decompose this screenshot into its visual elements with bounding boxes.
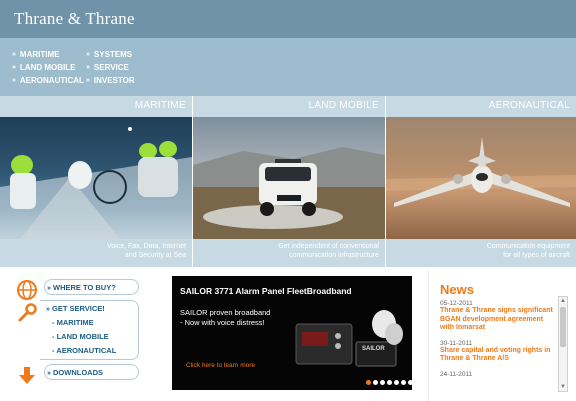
carousel-dot[interactable]: [373, 380, 378, 385]
news-date: 05-12-2011: [440, 300, 473, 307]
sailing-crew-illustration: [0, 127, 192, 239]
carousel-dot[interactable]: [387, 380, 392, 385]
column-divider: [428, 270, 429, 401]
wrench-icon: [18, 303, 37, 322]
caption-line: Get independent of conventional: [278, 243, 379, 250]
caption-line: Communication equipment: [486, 243, 570, 250]
caption-line: and Security at Sea: [124, 252, 186, 259]
caption-line: for all types of aircraft: [503, 252, 570, 259]
panel-title-aeronautical[interactable]: AERONAUTICAL: [386, 96, 576, 117]
panel-title-maritime[interactable]: MARITIME: [0, 96, 192, 117]
nav-item-aeronautical[interactable]: » AERONAUTICAL: [12, 74, 84, 87]
scroll-down-icon[interactable]: ▼: [560, 384, 566, 390]
carousel-dots: [366, 380, 412, 385]
carousel-dot[interactable]: [394, 380, 399, 385]
service-link-aeronautical[interactable]: - AERONAUTICAL: [52, 346, 116, 355]
downloads-button[interactable]: » DOWNLOADS: [44, 364, 139, 380]
news-list: 05-12-2011 Thrane & Thrane signs signifi…: [440, 300, 558, 378]
nav-label: SERVICE: [93, 63, 129, 72]
bullet-icon: »: [12, 51, 16, 58]
caption-aeronautical: Communication equipment for all types of…: [386, 239, 576, 267]
service-link-maritime[interactable]: - MARITIME: [52, 318, 94, 327]
nav-item-investor[interactable]: » INVESTOR: [86, 74, 135, 87]
banner-subtitle-line: - Now with voice distress!: [180, 318, 265, 327]
banner-subtitle: SAILOR proven broadband - Now with voice…: [180, 308, 290, 328]
bullet-icon: »: [86, 64, 90, 71]
promo-banner[interactable]: SAILOR 3771 Alarm Panel FleetBroadband S…: [172, 276, 412, 390]
nav-item-maritime[interactable]: » MARITIME: [12, 48, 84, 61]
news-item-link[interactable]: Share capital and voting rights in Thran…: [440, 347, 558, 364]
jet-aircraft-illustration: [386, 137, 576, 207]
bullet-icon: »: [86, 51, 90, 58]
learn-more-link[interactable]: Click here to learn more: [186, 362, 255, 369]
banner-subtitle-line: SAILOR proven broadband: [180, 308, 271, 317]
bullet-icon: »: [86, 77, 90, 84]
bullet-icon: »: [46, 306, 50, 313]
bullet-icon: »: [12, 64, 16, 71]
bullet-icon: »: [12, 77, 16, 84]
get-service-button[interactable]: » GET SERVICE!: [46, 304, 105, 313]
logo[interactable]: Thrane & Thrane: [14, 9, 135, 29]
news-heading: News: [440, 282, 474, 297]
carousel-dot[interactable]: [366, 380, 371, 385]
news-date: 24-11-2011: [440, 370, 473, 378]
caption-line: Voice, Fax, Data, Internet: [107, 243, 186, 250]
caption-land-mobile: Get independent of conventional communic…: [193, 239, 385, 267]
news-item-link[interactable]: Thrane & Thrane signs significant BGAN d…: [440, 307, 558, 333]
nav-label: LAND MOBILE: [19, 63, 76, 72]
nav-column-1: » MARITIME » LAND MOBILE » AERONAUTICAL: [12, 48, 84, 87]
carousel-dot[interactable]: [401, 380, 406, 385]
panel-divider: [192, 96, 193, 267]
land-mobile-image[interactable]: [193, 117, 385, 239]
caption-line: communication infrastructure: [289, 252, 379, 259]
nav-item-service[interactable]: » SERVICE: [86, 61, 135, 74]
nav-item-land-mobile[interactable]: » LAND MOBILE: [12, 61, 84, 74]
nav-column-2: » SYSTEMS » SERVICE » INVESTOR: [86, 48, 135, 87]
nav-label: INVESTOR: [93, 76, 135, 85]
maritime-image[interactable]: [0, 117, 192, 239]
bullet-icon: »: [47, 370, 51, 377]
alarm-panel-device-image: [295, 310, 403, 367]
where-to-buy-button[interactable]: » WHERE TO BUY?: [44, 279, 139, 295]
device-brand-label: SAILOR: [362, 346, 385, 352]
offroad-vehicle-illustration: [193, 147, 385, 239]
bullet-icon: »: [47, 285, 51, 292]
get-service-label: GET SERVICE!: [52, 304, 105, 313]
carousel-dot[interactable]: [380, 380, 385, 385]
service-link-land-mobile[interactable]: - LAND MOBILE: [52, 332, 109, 341]
carousel-dot[interactable]: [408, 380, 412, 385]
banner-title: SAILOR 3771 Alarm Panel FleetBroadband: [180, 286, 352, 296]
panel-divider: [385, 96, 386, 267]
where-to-buy-label: WHERE TO BUY?: [53, 283, 116, 292]
nav-item-systems[interactable]: » SYSTEMS: [86, 48, 135, 61]
nav-label: AERONAUTICAL: [19, 76, 84, 85]
page: Thrane & Thrane » MARITIME » LAND MOBILE »…: [0, 0, 576, 401]
header-bar: Thrane & Thrane: [0, 0, 576, 38]
news-date: 30-11-2011: [440, 339, 473, 347]
nav-label: SYSTEMS: [93, 50, 133, 59]
scrollbar-thumb[interactable]: [560, 307, 566, 347]
nav-label: MARITIME: [19, 50, 60, 59]
panel-title-land-mobile[interactable]: LAND MOBILE: [193, 96, 385, 117]
globe-icon: [17, 280, 37, 300]
downloads-label: DOWNLOADS: [53, 368, 103, 377]
download-arrow-icon: [19, 367, 35, 384]
aeronautical-image[interactable]: [386, 117, 576, 239]
news-scrollbar[interactable]: ▲ ▼: [558, 296, 568, 392]
caption-maritime: Voice, Fax, Data, Internet and Security …: [0, 239, 192, 267]
scroll-up-icon[interactable]: ▲: [560, 298, 566, 304]
